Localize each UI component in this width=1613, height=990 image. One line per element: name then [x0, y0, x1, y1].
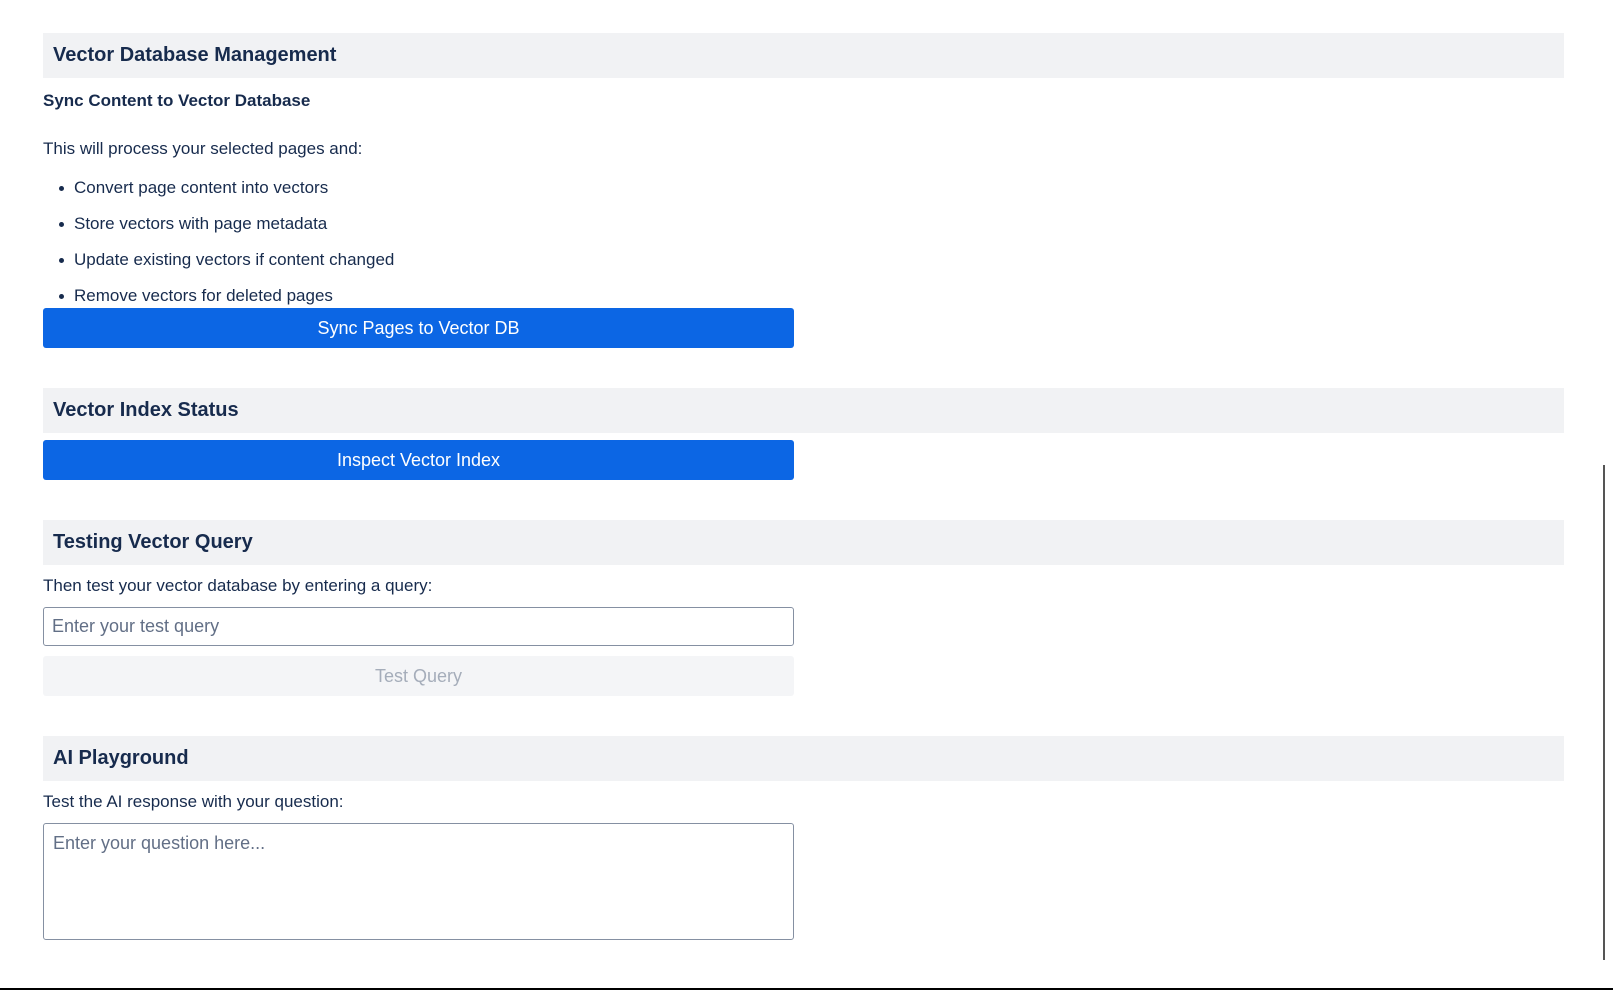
test-query-button[interactable]: Test Query: [43, 656, 794, 696]
test-query-input[interactable]: [43, 607, 794, 646]
index-status-section-header: Vector Index Status: [43, 388, 1564, 433]
list-item: Store vectors with page metadata: [43, 213, 1564, 249]
playground-title: AI Playground: [53, 747, 189, 769]
question-textarea[interactable]: [43, 823, 794, 940]
sync-pages-button[interactable]: Sync Pages to Vector DB: [43, 308, 794, 348]
list-item: Convert page content into vectors: [43, 177, 1564, 213]
testing-title: Testing Vector Query: [53, 531, 253, 553]
playground-description: Test the AI response with your question:: [43, 792, 344, 811]
settings-page: Vector Database Management Sync Content …: [43, 33, 1564, 940]
sync-heading: Sync Content to Vector Database: [43, 91, 311, 110]
testing-section-header: Testing Vector Query: [43, 520, 1564, 565]
vector-db-title: Vector Database Management: [53, 44, 337, 66]
bullet-icon: [59, 222, 64, 227]
inspect-index-button[interactable]: Inspect Vector Index: [43, 440, 794, 480]
playground-section-header: AI Playground: [43, 736, 1564, 781]
scrollbar[interactable]: [1603, 465, 1605, 960]
bullet-icon: [59, 186, 64, 191]
bullet-icon: [59, 258, 64, 263]
vector-db-section-header: Vector Database Management: [43, 33, 1564, 78]
sync-intro: This will process your selected pages an…: [43, 139, 363, 158]
list-item: Update existing vectors if content chang…: [43, 249, 1564, 285]
index-status-title: Vector Index Status: [53, 399, 239, 421]
testing-description: Then test your vector database by enteri…: [43, 576, 433, 595]
sync-steps-list: Convert page content into vectors Store …: [43, 177, 1564, 321]
bullet-icon: [59, 294, 64, 299]
